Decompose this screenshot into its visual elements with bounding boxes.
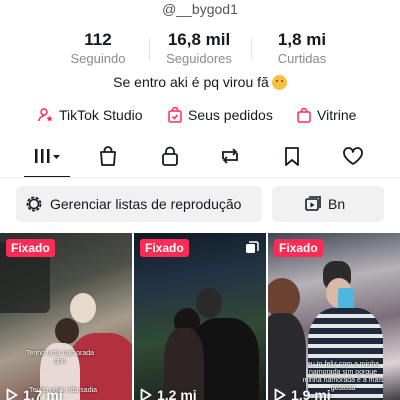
- video-views: 1,2 mi: [140, 387, 197, 400]
- video-grid: Fixado Tenho uma namorada que Tenho uma …: [0, 233, 400, 400]
- play-icon: [140, 388, 152, 400]
- bio-text: Se entro aki é pq virou fã: [113, 74, 269, 90]
- stat-likes[interactable]: 1,8 mi Curtidas: [252, 30, 352, 67]
- tab-shop[interactable]: [86, 140, 130, 172]
- tab-private[interactable]: [148, 140, 192, 172]
- playlist-label: Bn: [328, 196, 346, 212]
- pinned-badge: Fixado: [274, 239, 323, 257]
- person-head: [55, 318, 79, 344]
- video-views: 1,9 mi: [274, 387, 331, 400]
- stat-followers-value: 16,8 mil: [167, 30, 231, 49]
- orders-label: Seus pedidos: [188, 107, 273, 123]
- tabs-divider: [0, 177, 400, 178]
- tab-reposts[interactable]: [208, 140, 252, 172]
- heart-icon: [343, 147, 363, 165]
- pinned-badge: Fixado: [6, 239, 55, 257]
- play-icon: [274, 388, 286, 400]
- shop-bag-icon: [100, 146, 116, 166]
- stat-following-value: 112: [84, 30, 112, 49]
- showcase-link[interactable]: Vitrine: [296, 104, 356, 126]
- profile-stats: 112 Seguindo 16,8 mil Seguidores 1,8 mi …: [0, 30, 400, 70]
- video-caption: eu to feliz com a minha namorada sim por…: [307, 361, 379, 376]
- multi-photo-icon: [246, 241, 259, 253]
- profile-bio: Se entro aki é pq virou fã: [0, 73, 400, 91]
- tab-videos[interactable]: [25, 140, 69, 172]
- repost-icon: [222, 148, 238, 164]
- orders-link[interactable]: Seus pedidos: [167, 104, 273, 126]
- order-bag-icon: [168, 107, 182, 123]
- video-thumbnail[interactable]: Fixado 1,2 mi: [134, 233, 266, 400]
- grid-dropdown-icon: [35, 149, 60, 163]
- video-views-count: 1,2 mi: [157, 387, 197, 400]
- profile-tabs: [0, 140, 400, 178]
- person-head: [70, 293, 96, 323]
- bookmark-icon: [285, 147, 299, 166]
- video-thumbnail[interactable]: Fixado Tenho uma namorada que Tenho uma …: [0, 233, 132, 400]
- tiktok-studio-label: TikTok Studio: [59, 107, 143, 123]
- person-head: [268, 278, 300, 318]
- manage-playlists-label: Gerenciar listas de reprodução: [50, 196, 242, 212]
- tab-favorites[interactable]: [270, 140, 314, 172]
- pleading-face-emoji-icon: [271, 75, 287, 90]
- stat-followers-label: Seguidores: [166, 51, 232, 66]
- stat-following-label: Seguindo: [70, 51, 126, 66]
- shopping-bag-icon: [297, 107, 311, 123]
- play-icon: [6, 388, 18, 400]
- stat-followers[interactable]: 16,8 mil Seguidores: [149, 30, 249, 67]
- video-views: 1,7 mi: [6, 387, 63, 400]
- profile-links: TikTok Studio Seus pedidos Vitrine: [0, 104, 400, 126]
- tab-liked[interactable]: [331, 140, 375, 172]
- pinned-badge: Fixado: [140, 239, 189, 257]
- playlist-icon: [305, 196, 321, 211]
- person-star-icon: [38, 108, 53, 122]
- gear-icon: [26, 196, 42, 212]
- stat-following[interactable]: 112 Seguindo: [48, 30, 148, 67]
- video-thumbnail[interactable]: Fixado eu to feliz com a minha namorada …: [268, 233, 400, 400]
- lock-icon: [162, 146, 178, 166]
- showcase-label: Vitrine: [317, 107, 357, 123]
- manage-playlists-button[interactable]: Gerenciar listas de reprodução: [16, 186, 262, 222]
- person-head: [196, 288, 222, 318]
- stat-likes-label: Curtidas: [277, 51, 327, 66]
- video-caption: Tenho uma namorada que: [25, 350, 95, 365]
- profile-username: @__bygod1: [162, 1, 238, 17]
- video-views-count: 1,7 mi: [23, 387, 63, 400]
- video-views-count: 1,9 mi: [291, 387, 331, 400]
- tiktok-studio-link[interactable]: TikTok Studio: [38, 104, 143, 126]
- stat-likes-value: 1,8 mi: [277, 30, 327, 49]
- playlist-button[interactable]: Bn: [272, 186, 384, 222]
